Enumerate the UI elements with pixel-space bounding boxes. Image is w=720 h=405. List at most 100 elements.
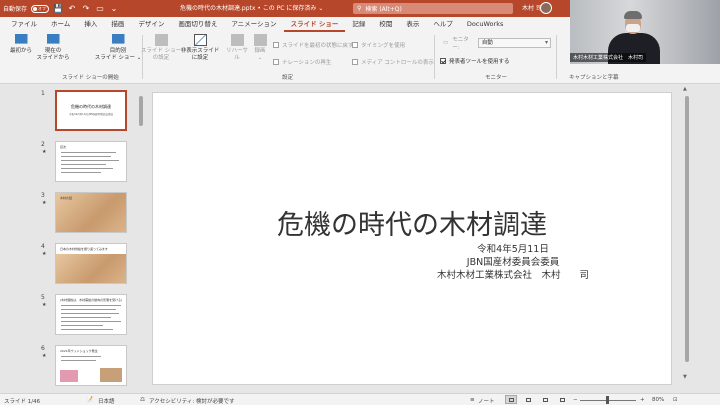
fit-to-window-icon[interactable]: ⊡: [673, 397, 678, 403]
chk-narration[interactable]: ナレーションの再生: [273, 58, 331, 66]
slide-thumbnail[interactable]: 木材の話: [55, 192, 127, 233]
text-line: [61, 305, 121, 306]
thumbnail-scrollbar[interactable]: [138, 86, 144, 386]
text-line: [61, 360, 96, 361]
text-line: [61, 356, 101, 357]
avatar[interactable]: [540, 2, 552, 14]
save-icon[interactable]: 💾: [53, 4, 63, 13]
proofing-icon[interactable]: 📝: [86, 397, 93, 403]
chk-reset-slides-label: スライドを最初の状態に戻す: [282, 43, 354, 49]
monitor-select[interactable]: ▭ モニター: 自動: [443, 37, 551, 51]
group-setup-label: 設定: [282, 75, 294, 81]
scroll-down-icon[interactable]: ▼: [683, 374, 687, 380]
hide-slide-button[interactable]: 非表示スライド に設定: [180, 34, 220, 62]
thumbnail-number: 2: [41, 141, 45, 148]
user-name[interactable]: 木村 司: [522, 3, 542, 12]
tab-help[interactable]: ヘルプ: [426, 17, 460, 32]
tab-record[interactable]: 記録: [345, 17, 372, 32]
tab-slide-show[interactable]: スライド ショー: [283, 17, 346, 32]
custom-show-button[interactable]: 目的別 スライド ショー ⌄: [94, 34, 142, 62]
record-button[interactable]: 録画 ⌄: [252, 34, 268, 62]
chk-reset-slides[interactable]: スライドを最初の状態に戻す: [273, 41, 354, 49]
tab-animations[interactable]: アニメーション: [224, 17, 283, 32]
from-current-button[interactable]: 現在の スライドから: [36, 34, 70, 62]
zoom-out-button[interactable]: −: [573, 397, 578, 403]
slide-subtitle-block[interactable]: 令和4年5月11日 JBN国産材委員会委員 木村木材工業株式会社 木村 司: [413, 243, 613, 282]
scrollbar-thumb[interactable]: [685, 96, 689, 362]
ribbon-separator: [434, 35, 435, 79]
slide-title[interactable]: 危機の時代の木材調達: [153, 203, 671, 242]
presenter-mask: [626, 24, 640, 32]
slide-committee: JBN国産材委員会委員: [466, 257, 560, 268]
thumbnail-star: ★: [42, 353, 47, 359]
tab-draw[interactable]: 描画: [104, 17, 131, 32]
undo-icon[interactable]: ↶: [67, 4, 77, 13]
accessibility-icon[interactable]: ⚖: [140, 397, 145, 403]
search-box[interactable]: ⚲ 検索 (Alt+Q): [353, 3, 513, 14]
tab-insert[interactable]: 挿入: [77, 17, 104, 32]
chk-presenter-view[interactable]: 発表者ツールを使用する: [440, 57, 510, 65]
slide-thumbnail[interactable]: 2021年ウッドショック発生: [55, 345, 127, 386]
chk-presenter-label: 発表者ツールを使用する: [449, 59, 510, 65]
monitor-label: モニター:: [452, 37, 469, 51]
slide-thumbnail[interactable]: (木材価格は、木材需給の動向の影響を受ける): [55, 294, 127, 335]
thumbnail-photo: [100, 368, 122, 382]
notes-button[interactable]: ノート: [478, 397, 495, 405]
tab-design[interactable]: デザイン: [131, 17, 171, 32]
slide-sorter-button[interactable]: [522, 395, 534, 404]
hide-slide-label: 非表示スライド に設定: [180, 48, 220, 61]
zoom-in-button[interactable]: +: [640, 397, 645, 403]
search-icon: ⚲: [357, 5, 362, 12]
accessibility-status[interactable]: アクセシビリティ: 検討が必要です: [149, 397, 235, 405]
thumbnail-title: 危機の時代の木材調達: [71, 104, 111, 109]
zoom-level[interactable]: 80%: [652, 397, 664, 403]
thumbnail-number: 3: [41, 192, 45, 199]
thumbnail-number: 1: [41, 90, 45, 97]
redo-icon[interactable]: ↷: [81, 4, 91, 13]
chk-media-controls[interactable]: メディア コントロールの表示: [352, 58, 434, 66]
chk-timing[interactable]: タイミングを使用: [352, 41, 405, 49]
custom-show-label: 目的別 スライド ショー ⌄: [94, 48, 142, 61]
notes-icon[interactable]: ≡: [470, 397, 475, 403]
thumbnail-image: [60, 370, 78, 382]
rehearse-button[interactable]: リハーサル: [224, 34, 250, 62]
thumbnail-title: 日本の木材供給を振り返ってみます: [60, 247, 108, 251]
webcam-name-label: 木村木材工業株式会社 木村司: [570, 53, 647, 62]
thumbnail-star: ★: [42, 200, 47, 206]
tab-docuworks[interactable]: DocuWorks: [460, 17, 511, 32]
autosave-toggle[interactable]: オフ: [31, 4, 50, 13]
slideshow-view-button[interactable]: [556, 395, 568, 404]
scroll-up-icon[interactable]: ▲: [683, 86, 687, 92]
document-title[interactable]: 危機の時代の木材調達.pptx • この PC に保存済み ⌄: [180, 3, 323, 12]
tab-review[interactable]: 校閲: [372, 17, 399, 32]
tab-transitions[interactable]: 画面切り替え: [171, 17, 224, 32]
thumbnail-star: ★: [42, 149, 47, 155]
current-slide[interactable]: 危機の時代の木材調達 令和4年5月11日 JBN国産材委員会委員 木村木材工業株…: [152, 92, 672, 385]
language-label[interactable]: 日本語: [98, 397, 115, 405]
thumbnail-number: 4: [41, 243, 45, 250]
normal-view-button[interactable]: [505, 395, 517, 404]
reading-view-icon: [543, 398, 548, 402]
text-line: [61, 321, 121, 322]
from-current-label: 現在の スライドから: [36, 48, 70, 61]
present-icon[interactable]: ▭: [95, 4, 105, 13]
scrollbar-thumb[interactable]: [139, 96, 143, 126]
setup-show-button[interactable]: スライド ショー の設定: [141, 34, 181, 62]
tab-view[interactable]: 表示: [399, 17, 426, 32]
reading-view-button[interactable]: [539, 395, 551, 404]
checkbox-icon: [273, 59, 279, 65]
monitor-dropdown[interactable]: 自動: [477, 38, 551, 48]
slide-thumbnail-pane: 1 危機の時代の木材調達 令和4年5月11日 JBN国産材委員会委員 2 ★ 目…: [0, 84, 146, 393]
customize-toolbar-icon[interactable]: ⌄: [109, 4, 119, 13]
zoom-slider-knob[interactable]: [606, 396, 609, 404]
from-start-button[interactable]: 最初から: [8, 34, 34, 55]
tab-file[interactable]: ファイル: [4, 17, 44, 32]
hide-slide-icon: [193, 34, 207, 46]
slide-thumbnail[interactable]: 目次: [55, 141, 127, 182]
slide-thumbnail[interactable]: 日本の木材供給を振り返ってみます: [55, 243, 127, 284]
tab-home[interactable]: ホーム: [44, 17, 77, 32]
thumbnail-subtitle: 令和4年5月11日 JBN国産材委員会委員: [69, 113, 113, 116]
slide-thumbnail[interactable]: 危機の時代の木材調達 令和4年5月11日 JBN国産材委員会委員: [55, 90, 127, 131]
slide-scrollbar[interactable]: ▲ ▼: [682, 84, 692, 393]
chk-media-label: メディア コントロールの表示: [361, 60, 434, 66]
